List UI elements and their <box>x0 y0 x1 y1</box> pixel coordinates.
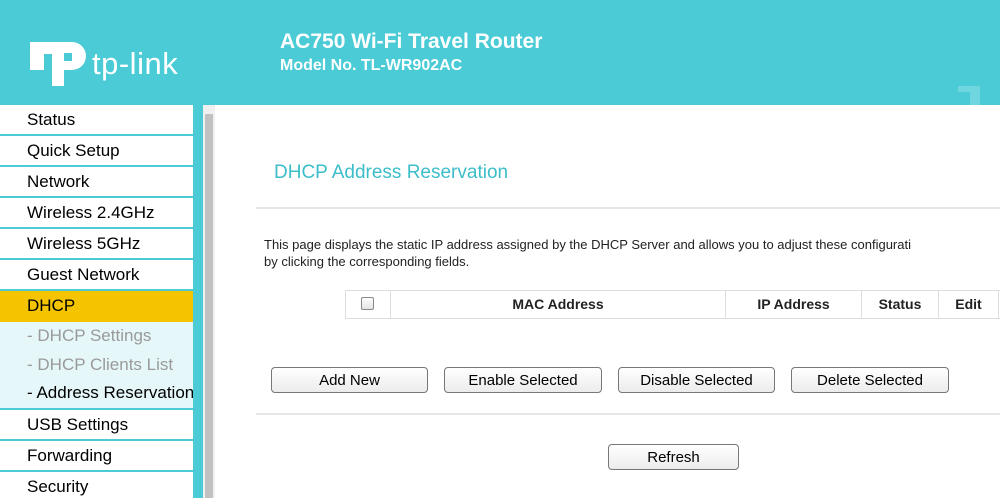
sidebar-item-usb-settings[interactable]: USB Settings <box>0 407 193 441</box>
refresh-button[interactable]: Refresh <box>608 444 739 470</box>
buttons-divider <box>256 413 1000 415</box>
disable-selected-button[interactable]: Disable Selected <box>618 367 775 393</box>
sidebar-item-label: Wireless 2.4GHz <box>27 203 155 222</box>
sidebar-item-label: Wireless 5GHz <box>27 234 141 253</box>
dhcp-submenu: - DHCP Settings - DHCP Clients List - Ad… <box>0 322 193 408</box>
sidebar-item-security[interactable]: Security <box>0 472 193 498</box>
sidebar-item-status[interactable]: Status <box>0 105 193 136</box>
tp-link-logo-icon <box>30 42 86 86</box>
sidebar-subitem-address-reservation[interactable]: - Address Reservation <box>0 379 193 408</box>
sidebar-item-label: DHCP <box>27 296 76 315</box>
enable-selected-button[interactable]: Enable Selected <box>444 367 602 393</box>
sidebar-item-label: Security <box>27 476 89 496</box>
page-title: DHCP Address Reservation <box>274 162 509 183</box>
sidebar-item-forwarding[interactable]: Forwarding <box>0 441 193 472</box>
sidebar-item-label: Status <box>27 110 76 129</box>
sidebar-item-label: Network <box>27 172 90 191</box>
page-description: This page displays the static IP address… <box>264 236 1000 270</box>
description-line-2: by clicking the corresponding fields. <box>264 254 470 269</box>
select-all-cell <box>346 291 391 318</box>
product-title: AC750 Wi-Fi Travel Router <box>280 30 543 53</box>
sidebar-item-dhcp[interactable]: DHCP <box>0 291 193 322</box>
sidebar-item-label: Guest Network <box>27 265 140 284</box>
sidebar-item-wireless-2-4ghz[interactable]: Wireless 2.4GHz <box>0 198 193 229</box>
description-line-1: This page displays the static IP address… <box>264 237 911 252</box>
sidebar-item-guest-network[interactable]: Guest Network <box>0 260 193 291</box>
decorative-corner-mark <box>958 86 980 105</box>
title-divider <box>256 207 1000 209</box>
column-header-edit: Edit <box>939 291 999 318</box>
sidebar-edge <box>193 105 203 498</box>
select-all-checkbox[interactable] <box>361 297 374 310</box>
sidebar-item-wireless-5ghz[interactable]: Wireless 5GHz <box>0 229 193 260</box>
sidebar-item-network[interactable]: Network <box>0 167 193 198</box>
add-new-button[interactable]: Add New <box>271 367 428 393</box>
header-banner: tp-link AC750 Wi-Fi Travel Router Model … <box>0 0 1000 105</box>
delete-selected-button[interactable]: Delete Selected <box>791 367 949 393</box>
column-header-ip-address: IP Address <box>726 291 862 318</box>
reservation-table-header: MAC Address IP Address Status Edit <box>345 290 1000 319</box>
column-header-status: Status <box>862 291 939 318</box>
column-header-mac-address: MAC Address <box>391 291 726 318</box>
sidebar-item-quick-setup[interactable]: Quick Setup <box>0 136 193 167</box>
sidebar-subitem-dhcp-clients-list[interactable]: - DHCP Clients List <box>0 351 193 380</box>
model-number: Model No. TL-WR902AC <box>280 57 463 74</box>
sidebar-item-label: USB Settings <box>27 414 129 434</box>
sidebar-scrollbar-thumb[interactable] <box>205 114 213 498</box>
sidebar-item-label: Quick Setup <box>27 141 120 160</box>
brand-name: tp-link <box>92 46 179 81</box>
sidebar-item-label: Forwarding <box>27 445 113 465</box>
sidebar-subitem-dhcp-settings[interactable]: - DHCP Settings <box>0 322 193 351</box>
sidebar-menu: Status Quick Setup Network Wireless 2.4G… <box>0 105 193 498</box>
